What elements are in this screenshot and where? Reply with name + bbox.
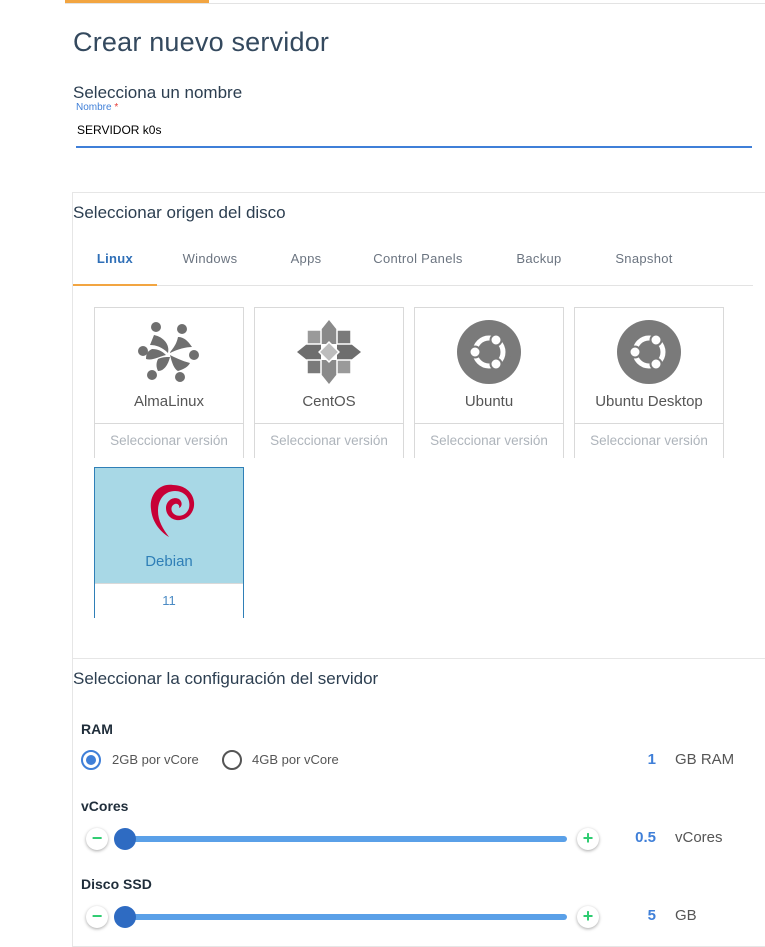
- tab-linux[interactable]: Linux: [73, 240, 157, 286]
- os-card-ubuntu-desktop[interactable]: Ubuntu Desktop Seleccionar versión: [574, 307, 724, 458]
- ram-unit: GB RAM: [675, 751, 735, 768]
- vcores-label: vCores: [81, 798, 129, 814]
- disk-unit: GB: [675, 907, 697, 924]
- vcores-value: 0.5: [635, 829, 656, 846]
- os-card-ubuntu[interactable]: Ubuntu Seleccionar versión: [414, 307, 564, 458]
- disk-section-heading: Seleccionar origen del disco: [73, 203, 286, 222]
- tab-snapshot[interactable]: Snapshot: [601, 240, 687, 286]
- almalinux-logo-icon: [95, 314, 243, 390]
- version-select[interactable]: Seleccionar versión: [575, 423, 723, 458]
- os-name: Ubuntu Desktop: [595, 393, 703, 410]
- server-config-panel: [72, 658, 765, 947]
- ram-option-4gb-radio[interactable]: [222, 750, 242, 770]
- centos-logo-icon: [255, 314, 403, 390]
- tab-windows[interactable]: Windows: [170, 240, 250, 286]
- os-card-centos[interactable]: CentOS Seleccionar versión: [254, 307, 404, 458]
- ubuntu-logo-icon: [415, 314, 563, 390]
- ram-option-2gb-radio[interactable]: [81, 750, 101, 770]
- ubuntu-logo-icon: [575, 314, 723, 390]
- vcores-slider-thumb[interactable]: [114, 828, 136, 850]
- required-mark: *: [114, 102, 119, 113]
- vcores-increase-button[interactable]: +: [577, 828, 599, 850]
- ram-option-2gb-label[interactable]: 2GB por vCore: [112, 752, 199, 767]
- tab-backup[interactable]: Backup: [500, 240, 578, 286]
- name-field-label-text: Nombre: [76, 102, 112, 113]
- config-section-heading: Seleccionar la configuración del servido…: [73, 669, 379, 688]
- os-card-debian[interactable]: Debian 11: [94, 467, 244, 618]
- os-card-almalinux[interactable]: AlmaLinux Seleccionar versión: [94, 307, 244, 458]
- server-name-input[interactable]: [76, 120, 752, 148]
- os-name: CentOS: [302, 393, 356, 410]
- os-name: Ubuntu: [464, 393, 514, 410]
- disk-decrease-button[interactable]: −: [86, 906, 108, 928]
- tab-control-panels[interactable]: Control Panels: [360, 240, 476, 286]
- os-category-tabs: Linux Windows Apps Control Panels Backup…: [73, 240, 753, 286]
- vcores-slider-track[interactable]: [120, 836, 567, 842]
- name-section-heading: Selecciona un nombre: [73, 83, 243, 102]
- os-name: Debian: [145, 553, 193, 570]
- disk-increase-button[interactable]: +: [577, 906, 599, 928]
- page-title: Crear nuevo servidor: [73, 27, 330, 57]
- name-field-label: Nombre *: [76, 102, 118, 113]
- ram-label: RAM: [81, 721, 113, 737]
- disk-ssd-label: Disco SSD: [81, 876, 152, 892]
- disk-slider-thumb[interactable]: [114, 906, 136, 928]
- os-name: AlmaLinux: [133, 393, 205, 410]
- vcores-unit: vCores: [675, 829, 723, 846]
- tab-apps[interactable]: Apps: [276, 240, 336, 286]
- version-select[interactable]: Seleccionar versión: [95, 423, 243, 458]
- version-select[interactable]: Seleccionar versión: [415, 423, 563, 458]
- disk-value: 5: [647, 907, 656, 924]
- version-select[interactable]: Seleccionar versión: [255, 423, 403, 458]
- disk-slider-track[interactable]: [120, 914, 567, 920]
- top-divider: [65, 3, 765, 4]
- version-select[interactable]: 11: [95, 583, 243, 618]
- ram-option-4gb-label[interactable]: 4GB por vCore: [252, 752, 339, 767]
- ram-value: 1: [647, 751, 656, 768]
- debian-logo-icon: [95, 474, 243, 550]
- vcores-decrease-button[interactable]: −: [86, 828, 108, 850]
